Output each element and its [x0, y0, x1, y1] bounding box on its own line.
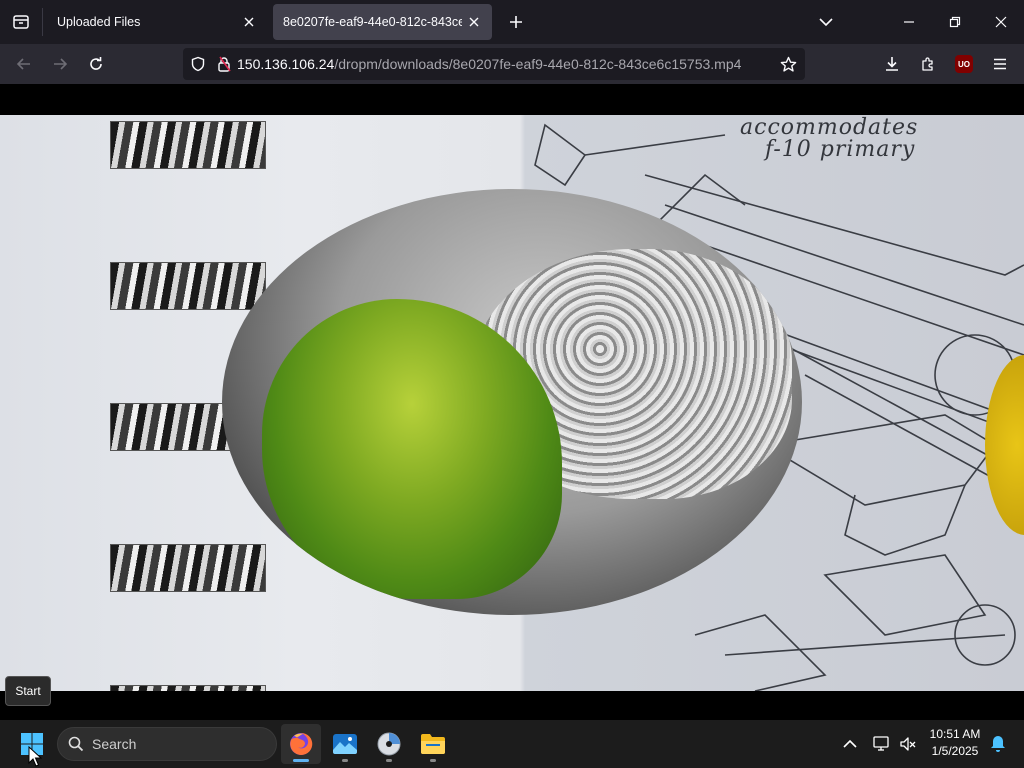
tab-list-icon — [13, 15, 29, 29]
running-indicator — [342, 759, 348, 762]
notifications-button[interactable] — [984, 728, 1012, 760]
page-content: accommodates f-10 primary — [0, 84, 1024, 720]
hamburger-icon — [994, 58, 1006, 70]
reload-icon — [90, 57, 102, 70]
star-icon — [780, 56, 796, 72]
film-strip-frame — [110, 544, 266, 592]
running-indicator — [386, 759, 392, 762]
tab-uploaded-files[interactable]: Uploaded Files — [47, 4, 267, 40]
list-all-tabs-button[interactable] — [812, 8, 840, 36]
ublock-icon: UO — [955, 55, 973, 73]
navigation-toolbar: 150.136.106.24/dropm/downloads/8e0207fe-… — [0, 44, 1024, 84]
close-icon — [469, 17, 479, 27]
reload-button[interactable] — [80, 48, 112, 80]
clock-time: 10:51 AM — [929, 727, 981, 741]
site-info-button[interactable] — [213, 48, 235, 80]
url-host: 150.136.106.24 — [237, 56, 335, 72]
forward-button[interactable] — [44, 48, 76, 80]
extensions-button[interactable] — [912, 48, 944, 80]
running-indicator — [293, 759, 309, 762]
plus-icon — [510, 16, 522, 28]
show-hidden-icons-button[interactable] — [836, 728, 864, 760]
film-strip-frame — [110, 685, 266, 691]
taskbar: Search 10:51 AM 1/5/2025 — [0, 720, 1024, 768]
firefox-icon — [290, 732, 313, 755]
network-status-button[interactable] — [868, 728, 896, 760]
chevron-up-icon — [843, 739, 857, 748]
installer-disc-icon — [377, 732, 401, 756]
tab-separator — [42, 8, 43, 36]
bell-icon — [991, 736, 1005, 752]
tab-close-button[interactable] — [237, 10, 261, 34]
taskbar-app-photos[interactable] — [325, 724, 365, 764]
network-icon — [873, 736, 889, 751]
film-strip-frame — [110, 262, 266, 310]
minimize-button[interactable] — [886, 0, 932, 44]
tab-list-button[interactable] — [0, 0, 42, 44]
bookmark-button[interactable] — [771, 48, 805, 80]
download-icon — [886, 57, 898, 71]
taskbar-app-installer[interactable] — [369, 724, 409, 764]
search-icon — [68, 736, 84, 752]
volume-button[interactable] — [894, 728, 922, 760]
tracking-protection-button[interactable] — [183, 48, 213, 80]
url-text[interactable]: 150.136.106.24/dropm/downloads/8e0207fe-… — [235, 56, 771, 72]
puzzle-icon — [922, 57, 933, 71]
ublock-button[interactable]: UO — [948, 48, 980, 80]
chevron-down-icon — [819, 18, 833, 27]
downloads-button[interactable] — [876, 48, 908, 80]
tab-video-file[interactable]: 8e0207fe-eaf9-44e0-812c-843ce6c1 — [273, 4, 492, 40]
back-button[interactable] — [8, 48, 40, 80]
back-arrow-icon — [16, 58, 30, 70]
new-tab-button[interactable] — [502, 8, 530, 36]
tab-close-button[interactable] — [462, 10, 486, 34]
lock-icon — [218, 56, 231, 72]
video-player[interactable]: accommodates f-10 primary — [0, 115, 1024, 691]
mouse-cursor-icon — [28, 746, 42, 767]
forward-arrow-icon — [54, 58, 68, 70]
film-strip-frame — [110, 121, 266, 169]
sketch-caption-line-2: f-10 primary — [765, 137, 916, 162]
tab-title: Uploaded Files — [57, 15, 141, 29]
url-path: /dropm/downloads/8e0207fe-eaf9-44e0-812c… — [334, 56, 742, 72]
close-icon — [995, 16, 1007, 28]
restore-button[interactable] — [932, 0, 978, 44]
running-indicator — [430, 759, 436, 762]
close-window-button[interactable] — [978, 0, 1024, 44]
oval-vignette — [222, 189, 802, 615]
system-clock[interactable]: 10:51 AM 1/5/2025 — [922, 726, 988, 762]
folder-icon — [421, 734, 445, 754]
restore-icon — [949, 16, 961, 28]
shield-icon — [191, 56, 205, 72]
tab-strip: Uploaded Files 8e0207fe-eaf9-44e0-812c-8… — [0, 0, 1024, 44]
volume-muted-icon — [900, 737, 916, 751]
start-tooltip: Start — [5, 676, 51, 706]
search-label: Search — [92, 736, 137, 752]
app-menu-button[interactable] — [984, 48, 1016, 80]
taskbar-search-box[interactable]: Search — [57, 727, 277, 761]
photos-icon — [333, 734, 357, 754]
close-icon — [244, 17, 254, 27]
tab-title: 8e0207fe-eaf9-44e0-812c-843ce6c1 — [283, 15, 462, 29]
taskbar-app-firefox[interactable] — [281, 724, 321, 764]
url-bar[interactable]: 150.136.106.24/dropm/downloads/8e0207fe-… — [183, 48, 805, 80]
minimize-icon — [904, 21, 914, 23]
taskbar-app-file-explorer[interactable] — [413, 724, 453, 764]
clock-date: 1/5/2025 — [931, 744, 979, 758]
